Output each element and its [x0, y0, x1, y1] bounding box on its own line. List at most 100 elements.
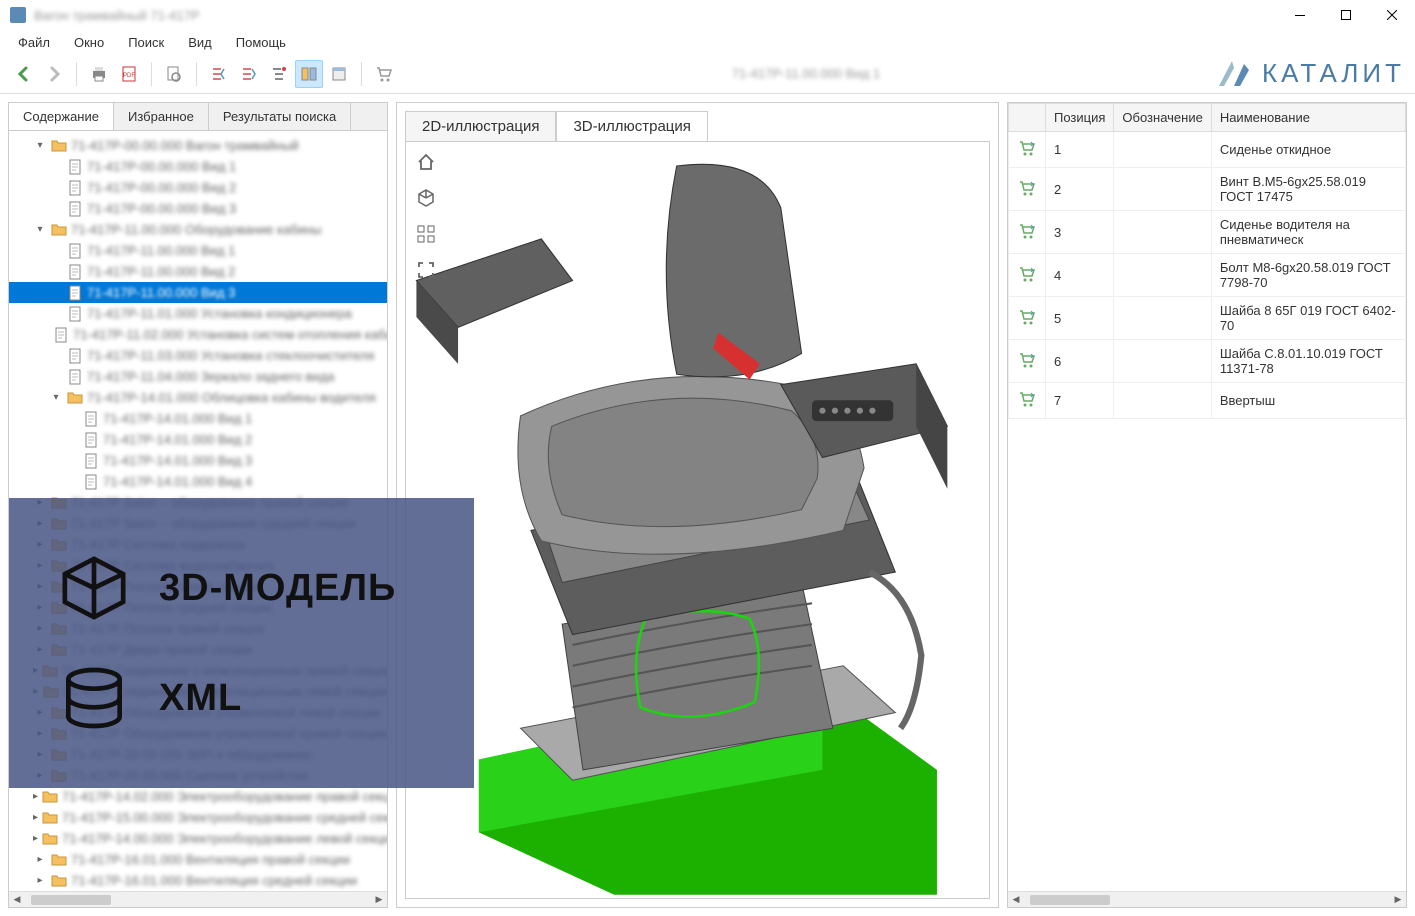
- table-row[interactable]: 4Болт М8-6gx20.58.019 ГОСТ 7798-70: [1009, 254, 1406, 297]
- tree-item[interactable]: 71-417Р-00.00.000 Вид 2: [9, 177, 387, 198]
- tree-item[interactable]: 71-417Р-00.00.000 Вид 3: [9, 198, 387, 219]
- col-name[interactable]: Наименование: [1211, 104, 1405, 132]
- cell-pos: 7: [1046, 383, 1114, 419]
- cell-pos: 1: [1046, 132, 1114, 168]
- tab-contents[interactable]: Содержание: [9, 103, 114, 130]
- menu-help[interactable]: Помощь: [226, 33, 296, 52]
- tree-item[interactable]: 71-417Р-11.02.000 Установка систем отопл…: [9, 324, 387, 345]
- cell-pos: 2: [1046, 168, 1114, 211]
- layout-single-button[interactable]: [325, 60, 353, 88]
- overlay-promo: 3D-МОДЕЛЬ XML: [9, 498, 474, 788]
- print-button[interactable]: [85, 60, 113, 88]
- maximize-button[interactable]: [1323, 0, 1369, 30]
- titlebar: Вагон трамвайный 71-417Р: [0, 0, 1415, 30]
- forward-button[interactable]: [40, 60, 68, 88]
- viewport-3d[interactable]: [405, 141, 990, 899]
- col-cart[interactable]: [1009, 104, 1046, 132]
- menu-file[interactable]: Файл: [8, 33, 60, 52]
- back-button[interactable]: [10, 60, 38, 88]
- tree-item[interactable]: ▾71-417Р-11.00.000 Оборудование кабины: [9, 219, 387, 240]
- tree-item[interactable]: ▸71-417Р-14.02.000 Электрооборудование п…: [9, 786, 387, 807]
- window-title: Вагон трамвайный 71-417Р: [34, 8, 1277, 23]
- cell-code: [1114, 297, 1211, 340]
- viewer-panel: 2D-иллюстрация 3D-иллюстрация: [396, 102, 999, 908]
- tab-3d[interactable]: 3D-иллюстрация: [556, 111, 707, 141]
- tree-item[interactable]: ▸71-417Р-16.01.000 Вентиляция средней се…: [9, 870, 387, 891]
- tree-item[interactable]: ▾71-417Р-00.00.000 Вагон трамвайный: [9, 135, 387, 156]
- table-hscroll[interactable]: ◀▶: [1008, 891, 1406, 907]
- home-view-button[interactable]: [412, 148, 440, 176]
- table-row[interactable]: 3 Сиденье водителя на пневматическ: [1009, 211, 1406, 254]
- pdf-button[interactable]: PDF: [115, 60, 143, 88]
- layout-split-button[interactable]: [295, 60, 323, 88]
- table-row[interactable]: 5Шайба 8 65Г 019 ГОСТ 6402-70: [1009, 297, 1406, 340]
- menu-search[interactable]: Поиск: [118, 33, 174, 52]
- menu-window[interactable]: Окно: [64, 33, 114, 52]
- sidebar-hscroll[interactable]: ◀▶: [9, 891, 387, 907]
- tree-item[interactable]: 71-417Р-11.00.000 Вид 1: [9, 240, 387, 261]
- tree-item[interactable]: ▾71-417Р-14.01.000 Облицовка кабины води…: [9, 387, 387, 408]
- tree-item[interactable]: 71-417Р-11.04.000 Зеркало заднего вида: [9, 366, 387, 387]
- tree-button[interactable]: [265, 60, 293, 88]
- expand-button[interactable]: [235, 60, 263, 88]
- cell-pos: 6: [1046, 340, 1114, 383]
- add-to-cart-button[interactable]: [1009, 254, 1046, 297]
- add-to-cart-button[interactable]: [1009, 340, 1046, 383]
- tab-2d[interactable]: 2D-иллюстрация: [405, 111, 556, 141]
- cell-code: [1114, 340, 1211, 383]
- tree-item[interactable]: 71-417Р-00.00.000 Вид 1: [9, 156, 387, 177]
- tree-item[interactable]: 71-417Р-11.01.000 Установка кондиционера: [9, 303, 387, 324]
- app-icon: [10, 7, 26, 23]
- cell-code: [1114, 168, 1211, 211]
- close-button[interactable]: [1369, 0, 1415, 30]
- tab-favorites[interactable]: Избранное: [114, 103, 209, 130]
- tree-item[interactable]: ▸71-417Р-16.01.000 Вентиляция правой сек…: [9, 849, 387, 870]
- fullscreen-button[interactable]: [412, 256, 440, 284]
- cell-name: Болт М8-6gx20.58.019 ГОСТ 7798-70: [1211, 254, 1405, 297]
- minimize-button[interactable]: [1277, 0, 1323, 30]
- cell-code: [1114, 383, 1211, 419]
- cell-code: [1114, 132, 1211, 168]
- col-code[interactable]: Обозначение: [1114, 104, 1211, 132]
- add-to-cart-button[interactable]: [1009, 383, 1046, 419]
- tree-item[interactable]: 71-417Р-11.00.000 Вид 3: [9, 282, 387, 303]
- cell-name: Шайба С.8.01.10.019 ГОСТ 11371-78: [1211, 340, 1405, 383]
- cart-button[interactable]: [370, 60, 398, 88]
- table-row[interactable]: 6 Шайба С.8.01.10.019 ГОСТ 11371-78: [1009, 340, 1406, 383]
- tree-item[interactable]: 71-417Р-14.01.000 Вид 4: [9, 471, 387, 492]
- table-row[interactable]: 7 Ввертыш: [1009, 383, 1406, 419]
- cell-name: Сиденье водителя на пневматическ: [1211, 211, 1405, 254]
- overlay-xml-label: XML: [159, 677, 242, 720]
- add-to-cart-button[interactable]: [1009, 211, 1046, 254]
- cell-code: [1114, 254, 1211, 297]
- overlay-3d-label: 3D-МОДЕЛЬ: [159, 567, 396, 610]
- add-to-cart-button[interactable]: [1009, 168, 1046, 211]
- tab-results[interactable]: Результаты поиска: [209, 103, 351, 130]
- isometric-button[interactable]: [412, 184, 440, 212]
- tree-item[interactable]: 71-417Р-14.01.000 Вид 1: [9, 408, 387, 429]
- sidebar-panel: Содержание Избранное Результаты поиска ▾…: [8, 102, 388, 908]
- menubar: Файл Окно Поиск Вид Помощь: [0, 30, 1415, 54]
- add-to-cart-button[interactable]: [1009, 132, 1046, 168]
- preview-button[interactable]: [160, 60, 188, 88]
- tree-item[interactable]: ▸71-417Р-14.00.000 Электрооборудование л…: [9, 828, 387, 849]
- tree-item[interactable]: 71-417Р-14.01.000 Вид 2: [9, 429, 387, 450]
- viewer-tabs: 2D-иллюстрация 3D-иллюстрация: [397, 103, 998, 141]
- tree-item[interactable]: 71-417Р-11.03.000 Установка стеклоочисти…: [9, 345, 387, 366]
- cell-code: [1114, 211, 1211, 254]
- viewer-toolbar: [412, 148, 440, 284]
- table-row[interactable]: 2Винт В.М5-6gx25.58.019 ГОСТ 17475: [1009, 168, 1406, 211]
- cell-pos: 3: [1046, 211, 1114, 254]
- collapse-button[interactable]: [205, 60, 233, 88]
- table-row[interactable]: 1 Сиденье откидное: [1009, 132, 1406, 168]
- add-to-cart-button[interactable]: [1009, 297, 1046, 340]
- tree-item[interactable]: 71-417Р-11.00.000 Вид 2: [9, 261, 387, 282]
- tree-item[interactable]: ▸71-417Р-15.00.000 Электрооборудование с…: [9, 807, 387, 828]
- col-position[interactable]: Позиция: [1046, 104, 1114, 132]
- sidebar-tabs: Содержание Избранное Результаты поиска: [9, 103, 387, 131]
- parts-table: Позиция Обозначение Наименование 1 Сиден…: [1008, 103, 1406, 419]
- tree-item[interactable]: 71-417Р-14.01.000 Вид 3: [9, 450, 387, 471]
- menu-view[interactable]: Вид: [178, 33, 222, 52]
- explode-button[interactable]: [412, 220, 440, 248]
- brand-icon: [1214, 56, 1254, 92]
